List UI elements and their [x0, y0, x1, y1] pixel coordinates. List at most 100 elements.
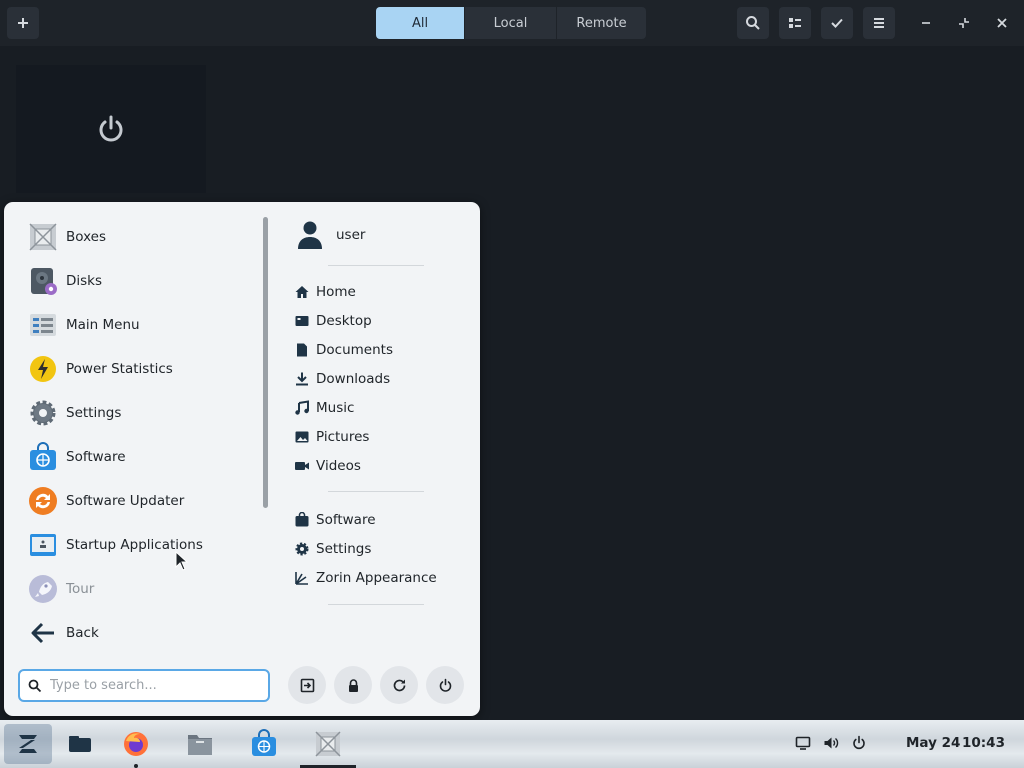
- app-item-settings[interactable]: Settings: [22, 391, 258, 435]
- logout-button[interactable]: [288, 666, 326, 704]
- app-item-back[interactable]: Back: [22, 611, 258, 655]
- display-icon: [795, 736, 811, 750]
- settings-gear-icon: [28, 398, 58, 428]
- shortcut-label: Software: [316, 511, 376, 528]
- user-avatar-icon: [298, 221, 322, 249]
- app-item-power-statistics[interactable]: Power Statistics: [22, 347, 258, 391]
- disks-icon: [28, 266, 58, 296]
- user-name: user: [336, 227, 366, 243]
- main-menu-icon: [28, 310, 58, 340]
- display-tray-button[interactable]: [795, 735, 811, 751]
- user-account-button[interactable]: user: [292, 215, 472, 255]
- power-off-button[interactable]: [426, 666, 464, 704]
- files-icon: [188, 735, 212, 755]
- select-button[interactable]: [821, 7, 853, 39]
- app-item-software[interactable]: Software: [22, 435, 258, 479]
- tab-all[interactable]: All: [376, 7, 464, 39]
- hamburger-icon: [874, 18, 884, 28]
- lock-icon: [348, 678, 358, 692]
- search-button[interactable]: [737, 7, 769, 39]
- software-store-button[interactable]: [240, 724, 288, 764]
- files-button[interactable]: [176, 724, 224, 764]
- place-label: Music: [316, 399, 355, 416]
- list-view-icon: [789, 18, 801, 28]
- divider: [328, 265, 424, 266]
- close-icon: [997, 18, 1007, 28]
- app-item-software-updater[interactable]: Software Updater: [22, 479, 258, 523]
- view-toggle-button[interactable]: [779, 7, 811, 39]
- workspaces-icon: [69, 736, 91, 752]
- add-button[interactable]: [7, 7, 39, 39]
- place-music[interactable]: Music: [292, 393, 472, 422]
- menu-search-box[interactable]: [18, 669, 270, 702]
- app-label: Software Updater: [66, 493, 185, 509]
- software-updater-icon: [28, 486, 58, 516]
- app-item-main-menu[interactable]: Main Menu: [22, 303, 258, 347]
- app-label: Boxes: [66, 229, 107, 245]
- power-tray-button[interactable]: [851, 735, 867, 751]
- place-videos[interactable]: Videos: [292, 451, 472, 480]
- tab-local[interactable]: Local: [464, 7, 556, 39]
- place-downloads[interactable]: Downloads: [292, 364, 472, 393]
- app-list-scrollbar[interactable]: [263, 217, 268, 508]
- logout-icon: [300, 678, 314, 692]
- clock-date[interactable]: May 24: [906, 735, 960, 751]
- place-documents[interactable]: Documents: [292, 335, 472, 364]
- place-pictures[interactable]: Pictures: [292, 422, 472, 451]
- zorin-menu-button[interactable]: [4, 724, 52, 764]
- pictures-icon: [295, 431, 309, 442]
- search-icon: [746, 16, 760, 30]
- desktop-icon: [295, 315, 309, 326]
- minimize-button[interactable]: [910, 7, 942, 39]
- minimize-icon: [922, 22, 930, 24]
- vm-thumbnail[interactable]: [16, 65, 206, 193]
- power-icon: [99, 115, 123, 142]
- boxes-headerbar: All Local Remote: [0, 0, 1024, 46]
- main-menu-button[interactable]: [863, 7, 895, 39]
- zorin-start-menu: Boxes Disks Main Menu Power Statistics S…: [4, 202, 480, 716]
- app-item-boxes[interactable]: Boxes: [22, 215, 258, 259]
- app-label: Back: [66, 625, 99, 641]
- mouse-cursor-icon: [175, 551, 189, 571]
- shortcut-label: Zorin Appearance: [316, 569, 437, 586]
- firefox-icon: [124, 732, 148, 756]
- shortcut-software[interactable]: Software: [292, 505, 472, 534]
- power-statistics-icon: [28, 354, 58, 384]
- firefox-button[interactable]: [112, 724, 160, 764]
- close-button[interactable]: [986, 7, 1018, 39]
- clock-time[interactable]: 10:43: [962, 735, 1005, 751]
- place-desktop[interactable]: Desktop: [292, 306, 472, 335]
- collection-filter: All Local Remote: [376, 7, 646, 39]
- restart-button[interactable]: [380, 666, 418, 704]
- taskbar: [0, 720, 1024, 768]
- boxes-taskbar-button[interactable]: [304, 724, 352, 764]
- restore-button[interactable]: [948, 7, 980, 39]
- workspaces-button[interactable]: [56, 724, 104, 764]
- search-icon: [28, 679, 42, 692]
- app-item-tour[interactable]: Tour: [22, 567, 258, 611]
- boxes-taskbar-icon: [315, 731, 341, 757]
- restart-icon: [393, 679, 405, 691]
- shortcut-settings[interactable]: Settings: [292, 534, 472, 563]
- place-home[interactable]: Home: [292, 277, 472, 306]
- app-label: Settings: [66, 405, 122, 421]
- software-store-icon: [252, 729, 276, 756]
- place-label: Videos: [316, 457, 361, 474]
- video-icon: [295, 461, 309, 470]
- zorin-menu-icon: [19, 735, 37, 753]
- app-item-startup-applications[interactable]: Startup Applications: [22, 523, 258, 567]
- app-item-disks[interactable]: Disks: [22, 259, 258, 303]
- boxes-icon: [28, 222, 58, 252]
- place-label: Home: [316, 283, 356, 300]
- search-input[interactable]: [50, 678, 250, 693]
- volume-icon: [824, 737, 839, 749]
- bag-icon: [295, 511, 309, 526]
- lock-button[interactable]: [334, 666, 372, 704]
- volume-tray-button[interactable]: [823, 735, 839, 751]
- divider: [328, 491, 424, 492]
- tab-remote[interactable]: Remote: [556, 7, 646, 39]
- place-label: Downloads: [316, 370, 391, 387]
- shortcut-zorin-appearance[interactable]: Zorin Appearance: [292, 563, 472, 592]
- gear-icon: [295, 542, 309, 555]
- document-icon: [297, 343, 307, 356]
